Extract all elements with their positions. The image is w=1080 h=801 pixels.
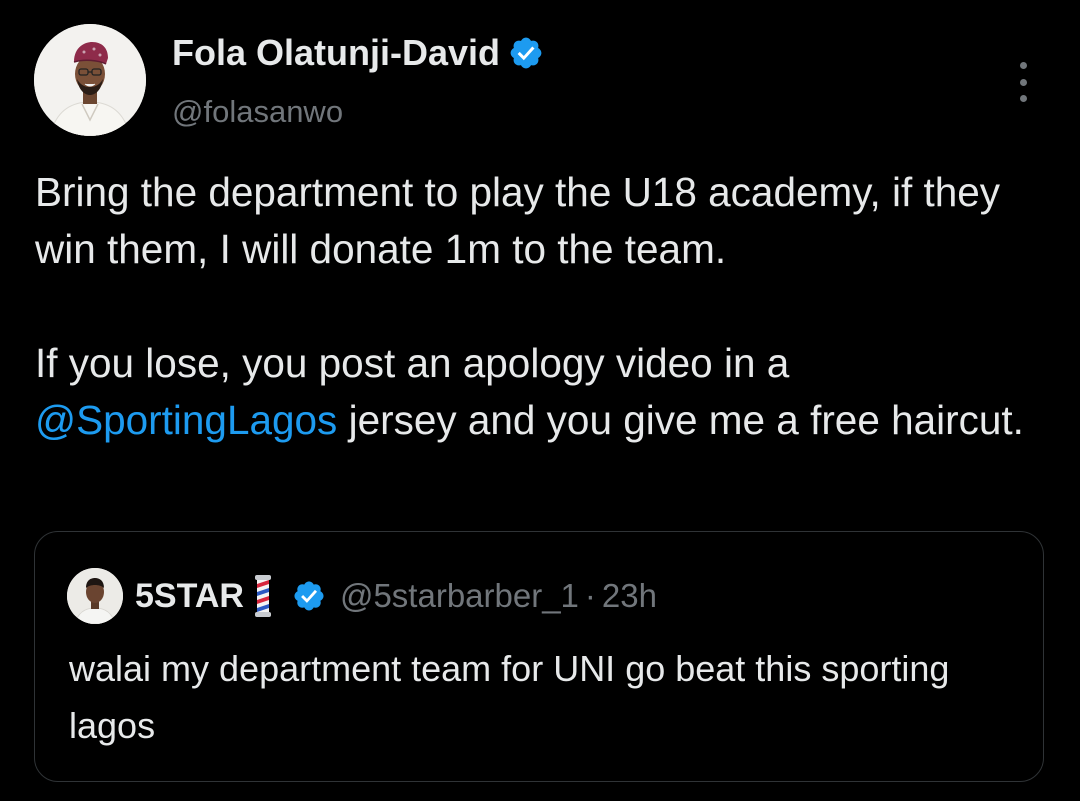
separator-dot: ·: [584, 577, 596, 614]
quoted-profile-photo-icon: [67, 568, 123, 624]
quoted-verified-badge-icon: [294, 581, 324, 611]
quoted-author-name[interactable]: 5STAR: [135, 577, 244, 616]
tweet-paragraph-2-start: If you lose, you post an apology video i…: [35, 340, 790, 386]
author-avatar[interactable]: [34, 24, 146, 136]
barber-pole-icon: [254, 575, 271, 617]
profile-photo-icon: [34, 24, 146, 136]
verified-badge-icon: [510, 37, 542, 69]
tweet-body: Bring the department to play the U18 aca…: [35, 164, 1045, 449]
ellipsis-dot: [1019, 95, 1027, 102]
quoted-tweet-text: walai my department team for UNI go beat…: [69, 648, 950, 746]
author-name-row[interactable]: Fola Olatunji-David: [172, 32, 544, 74]
tweet-paragraph-2-end: jersey and you give me a free haircut.: [337, 397, 1024, 443]
quoted-header: 5STAR @5starbarber_1 · 23h: [135, 572, 657, 620]
author-handle[interactable]: @folasanwo: [172, 94, 343, 130]
more-options-button[interactable]: [1006, 62, 1040, 102]
author-name[interactable]: Fola Olatunji-David: [172, 32, 500, 74]
tweet-paragraph-1: Bring the department to play the U18 aca…: [35, 169, 1001, 272]
ellipsis-vertical-icon: [1019, 62, 1027, 69]
quoted-author-avatar[interactable]: [67, 568, 123, 624]
quoted-timestamp[interactable]: 23h: [602, 577, 657, 615]
tweet: Fola Olatunji-David @folasanwo Bring the…: [0, 0, 1080, 801]
quoted-tweet[interactable]: 5STAR @5starbarber_1 · 23h walai my depa…: [34, 531, 1044, 782]
mention-link[interactable]: @SportingLagos: [35, 397, 337, 443]
tweet-paragraph-2: If you lose, you post an apology video i…: [35, 335, 1045, 449]
quoted-author-handle[interactable]: @5starbarber_1: [340, 577, 579, 615]
ellipsis-dot: [1019, 78, 1027, 86]
